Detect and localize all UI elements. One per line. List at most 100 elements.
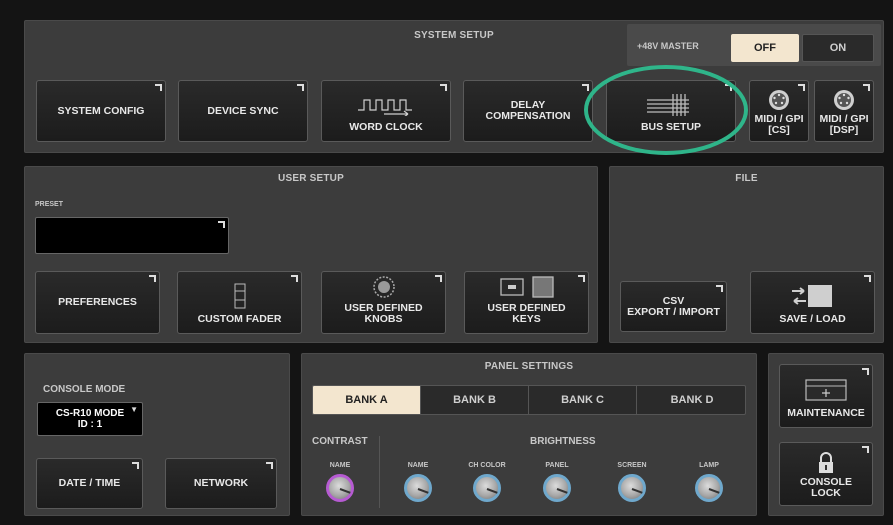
user-setup-panel: USER SETUP PRESET PREFERENCES CUSTOM FAD… bbox=[24, 166, 598, 343]
brightness-lamp-knob[interactable] bbox=[695, 474, 723, 502]
phantom-on-button[interactable]: ON bbox=[802, 34, 874, 62]
system-setup-panel: SYSTEM SETUP +48V MASTER OFF ON SYSTEM C… bbox=[24, 20, 884, 153]
brightness-panel-knob[interactable] bbox=[543, 474, 571, 502]
bank-b-tab[interactable]: BANK B bbox=[421, 386, 529, 414]
midi-connector-icon bbox=[834, 90, 854, 110]
console-mode-value-line1: CS-R10 MODE bbox=[55, 408, 125, 419]
user-defined-knobs-button[interactable]: USER DEFINED KNOBS bbox=[321, 271, 446, 334]
user-defined-knobs-label-line2: KNOBS bbox=[364, 313, 403, 325]
phantom-off-button[interactable]: OFF bbox=[731, 34, 799, 62]
lock-icon bbox=[819, 452, 833, 473]
preferences-button[interactable]: PREFERENCES bbox=[35, 271, 160, 334]
word-clock-icon bbox=[358, 99, 412, 116]
network-button[interactable]: NETWORK bbox=[165, 458, 277, 509]
console-mode-value-line2: ID : 1 bbox=[77, 419, 103, 430]
console-lock-button[interactable]: CONSOLE LOCK bbox=[779, 442, 873, 506]
user-setup-title: USER SETUP bbox=[278, 173, 344, 184]
brightness-name-knob-group: NAME bbox=[396, 462, 440, 502]
brightness-screen-knob[interactable] bbox=[618, 474, 646, 502]
popup-indicator-icon bbox=[435, 275, 442, 282]
brightness-panel-knob-label: PANEL bbox=[545, 462, 569, 469]
console-mode-dropdown[interactable]: ▼ CS-R10 MODE ID : 1 bbox=[37, 402, 143, 436]
brightness-screen-knob-label: SCREEN bbox=[617, 462, 647, 469]
system-config-button[interactable]: SYSTEM CONFIG bbox=[36, 80, 166, 142]
bus-setup-button[interactable]: BUS SETUP bbox=[606, 80, 736, 142]
phantom-master-label: +48V MASTER bbox=[637, 41, 699, 51]
contrast-name-knob-group: NAME bbox=[318, 462, 362, 502]
csv-label-line2: EXPORT / IMPORT bbox=[627, 305, 720, 318]
phantom-master-group: +48V MASTER OFF ON bbox=[627, 24, 881, 66]
word-clock-label: WORD CLOCK bbox=[349, 121, 423, 133]
custom-fader-button[interactable]: CUSTOM FADER bbox=[177, 271, 302, 334]
network-label: NETWORK bbox=[193, 477, 249, 489]
popup-indicator-icon bbox=[440, 84, 447, 91]
bus-setup-label: BUS SETUP bbox=[640, 121, 702, 133]
preset-label: PRESET bbox=[35, 201, 64, 208]
popup-indicator-icon bbox=[716, 285, 723, 292]
maintenance-label: MAINTENANCE bbox=[787, 407, 865, 419]
brightness-lamp-knob-group: LAMP bbox=[687, 462, 731, 502]
popup-indicator-icon bbox=[862, 446, 869, 453]
midi-gpi-cs-label-line2: [CS] bbox=[768, 124, 790, 136]
brightness-ch-color-knob[interactable] bbox=[473, 474, 501, 502]
bank-d-tab[interactable]: BANK D bbox=[637, 386, 745, 414]
bank-selector: BANK A BANK B BANK C BANK D bbox=[312, 385, 746, 415]
popup-indicator-icon bbox=[291, 275, 298, 282]
brightness-screen-knob-group: SCREEN bbox=[610, 462, 654, 502]
file-title: FILE bbox=[735, 173, 758, 184]
popup-indicator-icon bbox=[798, 84, 805, 91]
keys-icon bbox=[499, 276, 554, 298]
maintenance-icon bbox=[805, 379, 847, 401]
user-defined-keys-button[interactable]: USER DEFINED KEYS bbox=[464, 271, 589, 334]
delay-compensation-button[interactable]: DELAY COMPENSATION bbox=[463, 80, 593, 142]
midi-gpi-cs-button[interactable]: MIDI / GPI [CS] bbox=[749, 80, 809, 142]
popup-indicator-icon bbox=[578, 275, 585, 282]
save-load-icon bbox=[791, 285, 832, 307]
dropdown-arrow-icon: ▼ bbox=[130, 405, 138, 414]
console-mode-panel: CONSOLE MODE ▼ CS-R10 MODE ID : 1 DATE /… bbox=[24, 353, 290, 516]
csv-export-import-button[interactable]: CSV EXPORT / IMPORT bbox=[620, 281, 727, 332]
contrast-name-knob[interactable] bbox=[326, 474, 354, 502]
brightness-ch-color-knob-group: CH COLOR bbox=[465, 462, 509, 502]
save-load-button[interactable]: SAVE / LOAD bbox=[750, 271, 875, 334]
brightness-lamp-knob-label: LAMP bbox=[699, 462, 719, 469]
fader-icon bbox=[234, 283, 245, 309]
maintenance-button[interactable]: MAINTENANCE bbox=[779, 364, 873, 428]
brightness-panel-knob-group: PANEL bbox=[535, 462, 579, 502]
popup-indicator-icon bbox=[149, 275, 156, 282]
knob-icon bbox=[372, 276, 395, 298]
csv-label-line1: CSV bbox=[662, 294, 685, 307]
popup-indicator-icon bbox=[725, 84, 732, 91]
delay-compensation-label-line2: COMPENSATION bbox=[485, 110, 571, 122]
popup-indicator-icon bbox=[864, 275, 871, 282]
save-load-label: SAVE / LOAD bbox=[779, 313, 846, 325]
preset-field[interactable] bbox=[35, 217, 229, 254]
maintenance-panel: MAINTENANCE CONSOLE LOCK bbox=[768, 353, 884, 516]
device-sync-label: DEVICE SYNC bbox=[207, 104, 279, 117]
console-mode-title: CONSOLE MODE bbox=[43, 384, 126, 395]
console-lock-label-line2: LOCK bbox=[811, 487, 841, 499]
popup-indicator-icon bbox=[863, 84, 870, 91]
brightness-ch-color-knob-label: CH COLOR bbox=[468, 462, 506, 469]
popup-indicator-icon bbox=[218, 221, 225, 228]
date-time-label: DATE / TIME bbox=[58, 477, 121, 489]
brightness-name-knob[interactable] bbox=[404, 474, 432, 502]
panel-settings-title: PANEL SETTINGS bbox=[484, 361, 574, 372]
word-clock-button[interactable]: WORD CLOCK bbox=[321, 80, 451, 142]
system-config-label: SYSTEM CONFIG bbox=[57, 104, 145, 117]
midi-connector-icon bbox=[769, 90, 789, 110]
contrast-divider bbox=[379, 436, 380, 508]
popup-indicator-icon bbox=[862, 368, 869, 375]
brightness-label: BRIGHTNESS bbox=[530, 436, 596, 447]
midi-gpi-dsp-label-line2: [DSP] bbox=[829, 124, 859, 136]
file-panel: FILE CSV EXPORT / IMPORT SAVE / LOAD bbox=[609, 166, 884, 343]
bank-c-tab[interactable]: BANK C bbox=[529, 386, 637, 414]
bank-a-tab[interactable]: BANK A bbox=[313, 386, 421, 414]
midi-gpi-dsp-button[interactable]: MIDI / GPI [DSP] bbox=[814, 80, 874, 142]
preferences-label: PREFERENCES bbox=[58, 296, 137, 308]
device-sync-button[interactable]: DEVICE SYNC bbox=[178, 80, 308, 142]
custom-fader-label: CUSTOM FADER bbox=[197, 313, 282, 325]
date-time-button[interactable]: DATE / TIME bbox=[36, 458, 143, 509]
popup-indicator-icon bbox=[266, 462, 273, 469]
bus-setup-icon bbox=[647, 94, 689, 116]
